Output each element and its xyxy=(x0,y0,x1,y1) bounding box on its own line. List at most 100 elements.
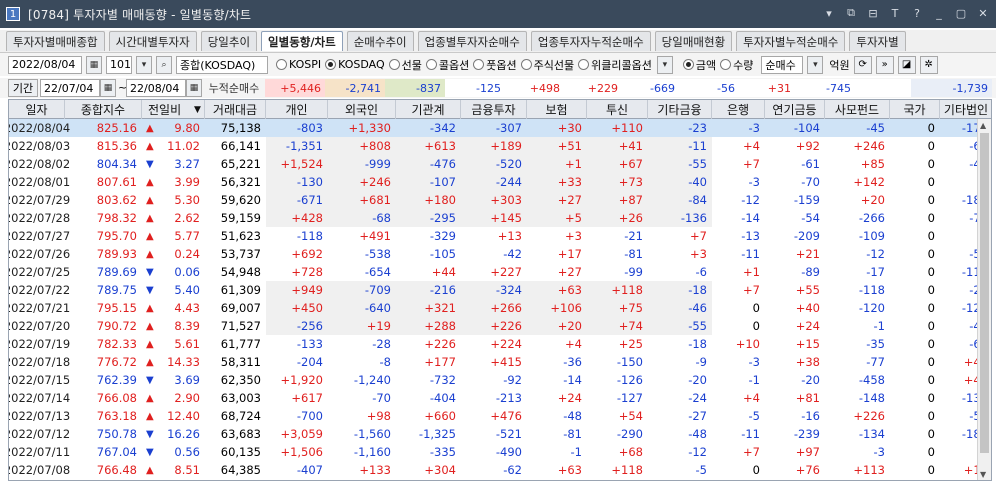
table-row[interactable]: 2022/07/22 789.75 5.40 61,309 ▼ +949 -709 -216-… xyxy=(9,281,991,299)
table-row[interactable]: 2022/07/28 798.32 2.62 59,159 ▲ +428 -68 -295 +1… xyxy=(9,209,991,227)
code-dropdown-button[interactable]: ▾ xyxy=(136,55,152,74)
code-field[interactable]: 101 xyxy=(106,55,132,74)
cell-investor-value: 0 xyxy=(927,445,935,459)
cell-investor-value: +681 xyxy=(328,191,396,209)
date-field[interactable]: 2022/08/04 xyxy=(8,55,82,74)
cell-investor-value: 0 xyxy=(927,157,935,171)
next-icon[interactable]: » xyxy=(875,55,894,74)
calendar-icon[interactable]: ▦ xyxy=(86,55,102,74)
font-icon[interactable]: T xyxy=(888,6,902,20)
table-row[interactable]: 2022/08/03 815.36 11.02 66,141 ▲ -1,351 +808 +6… xyxy=(9,137,991,155)
column-header[interactable]: 기관계 xyxy=(396,100,461,119)
tab-7[interactable]: 당일매매현황 xyxy=(654,31,733,51)
radio-market-radios-0[interactable]: KOSPI xyxy=(276,57,321,73)
cell-date: 2022/08/02 xyxy=(8,157,71,171)
table-row[interactable]: 2022/07/25 789.69 0.06 54,948 ▼ +728 -654 +44 +2… xyxy=(9,263,991,281)
help-icon[interactable]: ? xyxy=(910,6,924,20)
table-row[interactable]: 2022/08/04 825.16 9.80 75,138 ▲ -803 +1,330 -34… xyxy=(9,119,991,137)
cell-investor-value: -1 xyxy=(873,319,885,333)
cell-investor-value: -5 xyxy=(695,463,707,477)
table-row[interactable]: 2022/07/21 795.15 4.43 69,007 ▲ +450 -640 +321 +… xyxy=(9,299,991,317)
table-row[interactable]: 2022/08/02 804.34 3.27 65,221 ▼ +1,524 -999 -47… xyxy=(8,155,991,173)
tab-6[interactable]: 업종투자자누적순매수 xyxy=(530,31,651,51)
tab-5[interactable]: 업종별투자자순매수 xyxy=(417,31,527,51)
table-row[interactable]: 2022/08/01 807.61 3.99 56,321 ▲ -130 +246 -107-… xyxy=(9,173,991,191)
radio-market-radios-6[interactable]: 위클리콜옵션 xyxy=(578,57,652,73)
calendar-to-icon[interactable]: ▦ xyxy=(186,79,202,97)
tab-9[interactable]: 투자자별 xyxy=(849,31,906,51)
menu-icon[interactable]: ▾ xyxy=(822,6,836,20)
tab-4[interactable]: 순매수추이 xyxy=(346,31,414,51)
cell-date: 2022/07/29 xyxy=(8,193,71,207)
table-row[interactable]: 2022/07/19 782.33 5.61 61,777 ▲ -133 -28 +226 +2… xyxy=(9,335,991,353)
period-to-field[interactable]: 22/08/04 xyxy=(126,79,186,97)
table-row[interactable]: 2022/07/18 776.72 14.33 58,311 ▲ -204 -8 +177 +4… xyxy=(9,353,991,371)
minimize-icon[interactable]: _ xyxy=(932,6,946,20)
window-number-badge[interactable]: 1 xyxy=(6,7,20,21)
table-row[interactable]: 2022/07/12 750.78 16.26 63,683 ▼ +3,059 -1,560… xyxy=(9,425,991,443)
scroll-down-icon[interactable]: ▼ xyxy=(980,470,986,479)
tab-3[interactable]: 일별동향/차트 xyxy=(261,31,343,51)
table-row[interactable]: 2022/07/08 766.48 8.51 64,385 ▲ -407 +133 +304-… xyxy=(9,461,991,479)
settings-icon[interactable]: ✲ xyxy=(919,55,938,74)
maximize-icon[interactable]: ▢ xyxy=(954,6,968,20)
column-header[interactable]: 은행 xyxy=(712,100,765,119)
cell-investor-value: 0 xyxy=(927,409,935,423)
table-row[interactable]: 2022/07/29 803.62 5.30 59,620 ▲ -671 +681 +180 +… xyxy=(8,191,991,209)
table-row[interactable]: 2022/07/26 789.93 0.24 53,737 ▲ +692 -538 -105-… xyxy=(9,245,991,263)
column-header[interactable]: 개인 xyxy=(266,100,328,119)
table-row[interactable]: 2022/07/27 795.70 5.77 51,623 ▲ -118 +491 -329 +… xyxy=(9,227,991,245)
cell-investor-value: +226 xyxy=(461,317,527,335)
column-header[interactable]: 금융투자 xyxy=(461,100,527,119)
search-icon[interactable]: ⌕ xyxy=(156,55,172,74)
tab-2[interactable]: 당일추이 xyxy=(200,31,258,51)
tab-0[interactable]: 투자자별매매종합 xyxy=(6,31,105,51)
table-row[interactable]: 2022/07/14 766.08 2.90 63,003 ▲ +617 -70 -404 -2… xyxy=(9,389,991,407)
up-arrow-icon: ▲ xyxy=(146,212,154,224)
cell-investor-value: -8 xyxy=(379,355,391,369)
sort-dropdown-icon[interactable]: ▼ xyxy=(191,100,204,119)
copy-icon[interactable]: ⧉ xyxy=(844,6,858,20)
tab-8[interactable]: 투자자별누적순매수 xyxy=(736,31,846,51)
radio-unit-radios-0[interactable]: 금액 xyxy=(682,57,716,73)
column-header[interactable]: 사모펀드 xyxy=(825,100,890,119)
radio-unit-radios-1[interactable]: 수량 xyxy=(720,57,753,73)
column-header[interactable]: 종합지수 xyxy=(65,100,142,119)
table-row[interactable]: 2022/07/15 762.39 3.69 62,350 ▼ +1,920 -1,240-… xyxy=(9,371,991,389)
type-select[interactable]: 순매수 xyxy=(761,55,804,74)
column-header[interactable]: 보험 xyxy=(527,100,587,119)
column-header[interactable]: 기타금융 xyxy=(648,100,712,119)
link-icon[interactable]: ⊟ xyxy=(866,6,880,20)
table-row[interactable]: 2022/07/20 790.72 8.39 71,527 ▲ -256 +19 +288 +2… xyxy=(9,317,991,335)
radio-market-radios-5[interactable]: 주식선물 xyxy=(520,57,574,73)
close-icon[interactable]: ✕ xyxy=(976,6,990,20)
up-arrow-icon: ▲ xyxy=(146,338,154,350)
cell-investor-value: -14 xyxy=(563,373,582,387)
type-dropdown-button[interactable]: ▾ xyxy=(807,55,824,74)
column-header[interactable]: 연기금등 xyxy=(765,100,825,119)
period-summary-row: 기간 22/07/04 ▦ ~ 22/08/04 ▦ 누적순매수 +5,446-… xyxy=(0,78,996,98)
table-row[interactable]: 2022/07/13 763.18 12.40 68,724 ▲ -700 +98 +660 +… xyxy=(9,407,991,425)
column-header[interactable]: 외국인 xyxy=(328,100,396,119)
refresh-icon[interactable]: ⟳ xyxy=(853,55,872,74)
calendar-from-icon[interactable]: ▦ xyxy=(100,79,116,97)
radio-market-radios-1[interactable]: KOSDAQ xyxy=(325,57,385,73)
scroll-up-icon[interactable]: ▲ xyxy=(980,121,986,130)
radio-market-radios-3[interactable]: 콜옵션 xyxy=(425,57,469,73)
column-header[interactable]: 국가 xyxy=(890,100,940,119)
table-row[interactable]: 2022/07/11 767.04 0.56 60,135 ▼ +1,506 -1,160-… xyxy=(9,443,991,461)
radio-market-radios-4[interactable]: 풋옵션 xyxy=(473,57,517,73)
scroll-thumb[interactable] xyxy=(980,133,989,453)
vertical-scrollbar[interactable]: ▲ ▼ xyxy=(977,119,991,480)
column-header[interactable]: 일자 xyxy=(9,100,65,119)
chart-icon[interactable]: ◪ xyxy=(897,55,916,74)
column-header[interactable]: 투신 xyxy=(587,100,648,119)
column-header[interactable]: 거래대금 xyxy=(205,100,266,119)
weekly-dropdown-button[interactable]: ▾ xyxy=(656,55,673,74)
column-header[interactable]: 기타법인 xyxy=(940,100,991,119)
radio-market-radios-2[interactable]: 선물 xyxy=(388,57,422,73)
period-from-field[interactable]: 22/07/04 xyxy=(40,79,100,97)
cell-investor-value: +246 xyxy=(328,173,396,191)
cell-investor-value: -70 xyxy=(801,175,820,189)
tab-1[interactable]: 시간대별투자자 xyxy=(108,31,197,51)
